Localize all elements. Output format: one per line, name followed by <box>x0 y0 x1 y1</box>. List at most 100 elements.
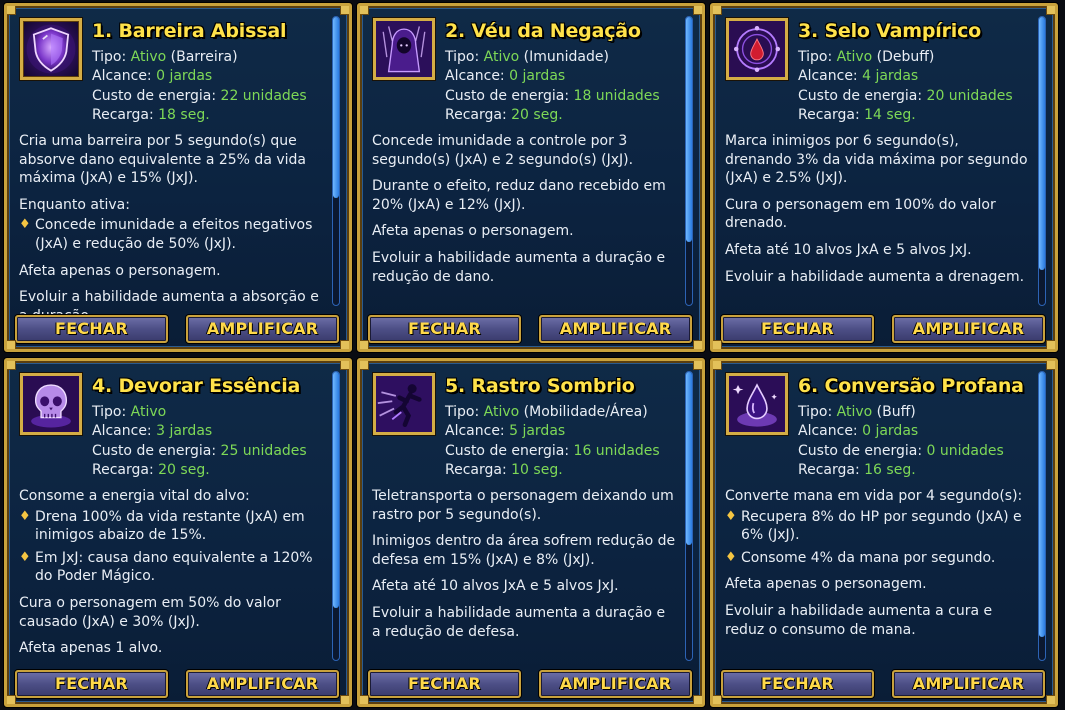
scrollbar[interactable] <box>685 16 693 306</box>
scrollbar-thumb[interactable] <box>333 17 339 198</box>
amplify-button[interactable]: AMPLIFICAR <box>892 315 1045 343</box>
amplify-button[interactable]: AMPLIFICAR <box>186 670 339 698</box>
stat-range: Alcance: 0 jardas <box>92 67 307 86</box>
close-button[interactable]: FECHAR <box>15 670 168 698</box>
scrollbar[interactable] <box>685 371 693 661</box>
amplify-button[interactable]: AMPLIFICAR <box>539 670 692 698</box>
description-paragraph: Afeta apenas o personagem. <box>725 576 927 593</box>
scrollbar-thumb[interactable] <box>1039 17 1045 270</box>
description-bullet: Concede imunidade a efeitos negativos (J… <box>19 216 323 253</box>
stat-range-value: 0 jardas <box>509 68 566 85</box>
skill-description: Marca inimigos por 6 segundo(s), drenand… <box>725 132 1029 294</box>
scrollbar-thumb[interactable] <box>1039 372 1045 637</box>
frame-corner-ornament <box>340 695 349 704</box>
skull-icon <box>20 373 82 435</box>
description-bullet: Consome 4% da mana por segundo. <box>725 549 1029 568</box>
stat-cooldown: Recarga: 16 seg. <box>798 461 1004 480</box>
skill-stats: Tipo: Ativo Alcance: 3 jardas Custo de ene… <box>92 403 307 480</box>
close-button[interactable]: FECHAR <box>721 670 874 698</box>
frame-corner-ornament <box>340 361 349 370</box>
scrollbar-thumb[interactable] <box>333 372 339 608</box>
frame-corner-ornament <box>340 6 349 15</box>
stat-range-value: 4 jardas <box>862 68 919 85</box>
stat-range-label: Alcance: <box>798 68 863 85</box>
stat-type-value: Ativo <box>130 404 167 420</box>
stat-cooldown-label: Recarga: <box>798 461 865 478</box>
scrollbar[interactable] <box>332 16 340 306</box>
frame-corner-ornament <box>1046 6 1055 15</box>
stat-cost-label: Custo de energia: <box>92 442 221 459</box>
stat-cooldown-label: Recarga: <box>445 461 512 478</box>
stat-type-label: Tipo: <box>445 49 484 65</box>
frame-corner-ornament <box>693 6 702 15</box>
skill-card: 4. Devorar Essência Tipo: Ativo Alcance: 3… <box>4 358 352 707</box>
frame-corner-ornament <box>7 695 16 704</box>
stat-type-suffix: (Barreira) <box>166 49 238 65</box>
close-button[interactable]: FECHAR <box>368 670 521 698</box>
stat-cooldown: Recarga: 20 seg. <box>92 461 307 480</box>
description-paragraph: Enquanto ativa: <box>19 196 130 213</box>
description-paragraph: Concede imunidade a controle por 3 segun… <box>372 133 634 168</box>
frame-corner-ornament <box>340 340 349 349</box>
frame-corner-ornament <box>693 340 702 349</box>
description-paragraph: Evoluir a habilidade aumenta a cura e re… <box>725 602 993 638</box>
description-paragraph: Afeta apenas 1 alvo. <box>19 640 163 657</box>
close-button[interactable]: FECHAR <box>15 315 168 343</box>
description-paragraph: Evoluir a habilidade aumenta a drenagem. <box>725 268 1025 285</box>
scrollbar[interactable] <box>332 371 340 661</box>
stat-cost-value: 20 unidades <box>926 87 1013 104</box>
stat-cooldown-value: 20 seg. <box>158 461 210 478</box>
amplify-button[interactable]: AMPLIFICAR <box>892 670 1045 698</box>
skill-card: 3. Selo Vampírico Tipo: Ativo (Debuff) Alc… <box>710 3 1058 352</box>
description-paragraph: Marca inimigos por 6 segundo(s), drenand… <box>725 133 1028 187</box>
stat-range-value: 0 jardas <box>862 423 919 440</box>
stat-cooldown: Recarga: 14 seg. <box>798 106 1013 125</box>
scrollbar[interactable] <box>1038 371 1046 661</box>
stat-cooldown-label: Recarga: <box>92 461 159 478</box>
stat-type: Tipo: Ativo (Imunidade) <box>445 48 660 67</box>
skill-stats: Tipo: Ativo (Buff) Alcance: 0 jardas Custo… <box>798 403 1004 480</box>
stat-cooldown-label: Recarga: <box>798 106 865 123</box>
description-paragraph: Consome a energia vital do alvo: <box>19 488 250 504</box>
stat-cost: Custo de energia: 25 unidades <box>92 442 307 461</box>
scrollbar[interactable] <box>1038 16 1046 306</box>
amplify-button[interactable]: AMPLIFICAR <box>186 315 339 343</box>
skill-stats: Tipo: Ativo (Debuff) Alcance: 4 jardas Cus… <box>798 48 1013 125</box>
skill-stats: Tipo: Ativo (Barreira) Alcance: 0 jardas C… <box>92 48 307 125</box>
close-button[interactable]: FECHAR <box>721 315 874 343</box>
stat-cooldown-label: Recarga: <box>445 106 512 123</box>
stat-cooldown-value: 18 seg. <box>158 106 210 123</box>
stat-range: Alcance: 4 jardas <box>798 67 1013 86</box>
frame-corner-ornament <box>7 361 16 370</box>
close-button[interactable]: FECHAR <box>368 315 521 343</box>
stat-cost-label: Custo de energia: <box>92 87 221 104</box>
description-paragraph: Cura o personagem em 50% do valor causad… <box>19 594 281 630</box>
stat-cooldown: Recarga: 18 seg. <box>92 106 307 125</box>
frame-corner-ornament <box>1046 340 1055 349</box>
stat-range-label: Alcance: <box>92 423 157 440</box>
stat-range-value: 0 jardas <box>156 68 213 85</box>
amplify-button[interactable]: AMPLIFICAR <box>539 315 692 343</box>
stat-cooldown-value: 14 seg. <box>864 106 916 123</box>
skill-title: 4. Devorar Essência <box>92 375 301 397</box>
stat-type: Tipo: Ativo (Debuff) <box>798 48 1013 67</box>
stat-cost-value: 16 unidades <box>573 442 660 459</box>
stat-range: Alcance: 0 jardas <box>798 422 1004 441</box>
stat-range-label: Alcance: <box>445 68 510 85</box>
frame-corner-ornament <box>360 361 369 370</box>
skill-description: Concede imunidade a controle por 3 segun… <box>372 132 676 294</box>
scrollbar-thumb[interactable] <box>686 372 692 545</box>
stat-type-value: Ativo <box>130 49 167 65</box>
scrollbar-thumb[interactable] <box>686 17 692 242</box>
stat-type-label: Tipo: <box>798 404 837 420</box>
stat-type-suffix: (Buff) <box>872 404 916 420</box>
stat-cooldown-value: 16 seg. <box>864 461 916 478</box>
stat-cooldown: Recarga: 20 seg. <box>445 106 660 125</box>
skill-title: 3. Selo Vampírico <box>798 20 982 42</box>
shield-icon <box>20 18 82 80</box>
stat-type: Tipo: Ativo (Buff) <box>798 403 1004 422</box>
frame-corner-ornament <box>713 6 722 15</box>
stat-range-value: 3 jardas <box>156 423 213 440</box>
frame-corner-ornament <box>713 361 722 370</box>
skill-description: Converte mana em vida por 4 segundo(s): R… <box>725 487 1029 647</box>
